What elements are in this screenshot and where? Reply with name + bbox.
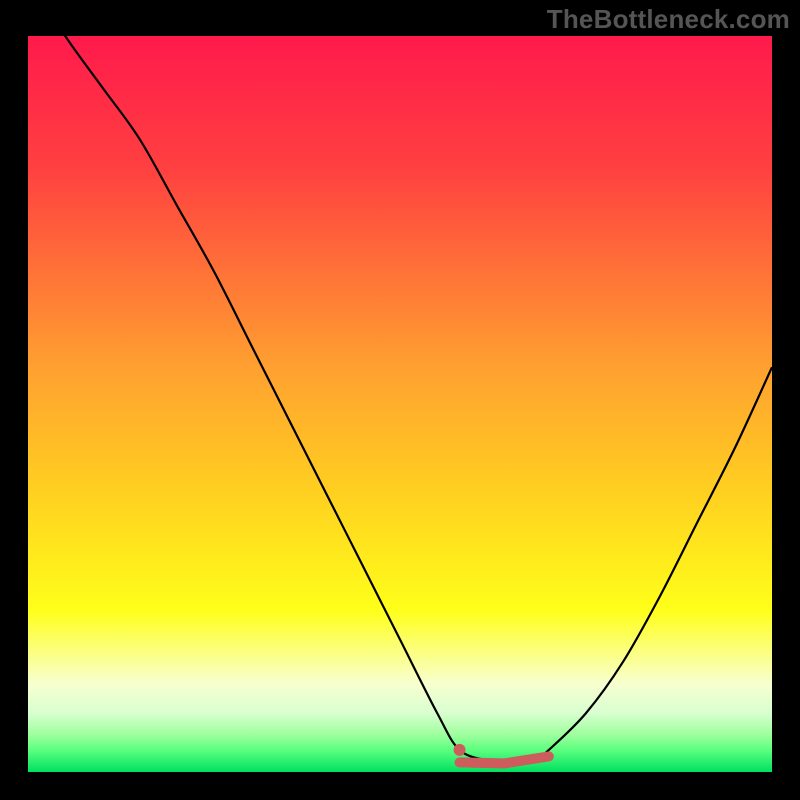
chart-curve-layer xyxy=(28,36,772,772)
chart-plot-area xyxy=(28,36,772,772)
minimum-start-dot xyxy=(454,744,466,756)
watermark-text: TheBottleneck.com xyxy=(547,4,790,35)
bottleneck-curve xyxy=(28,36,772,765)
